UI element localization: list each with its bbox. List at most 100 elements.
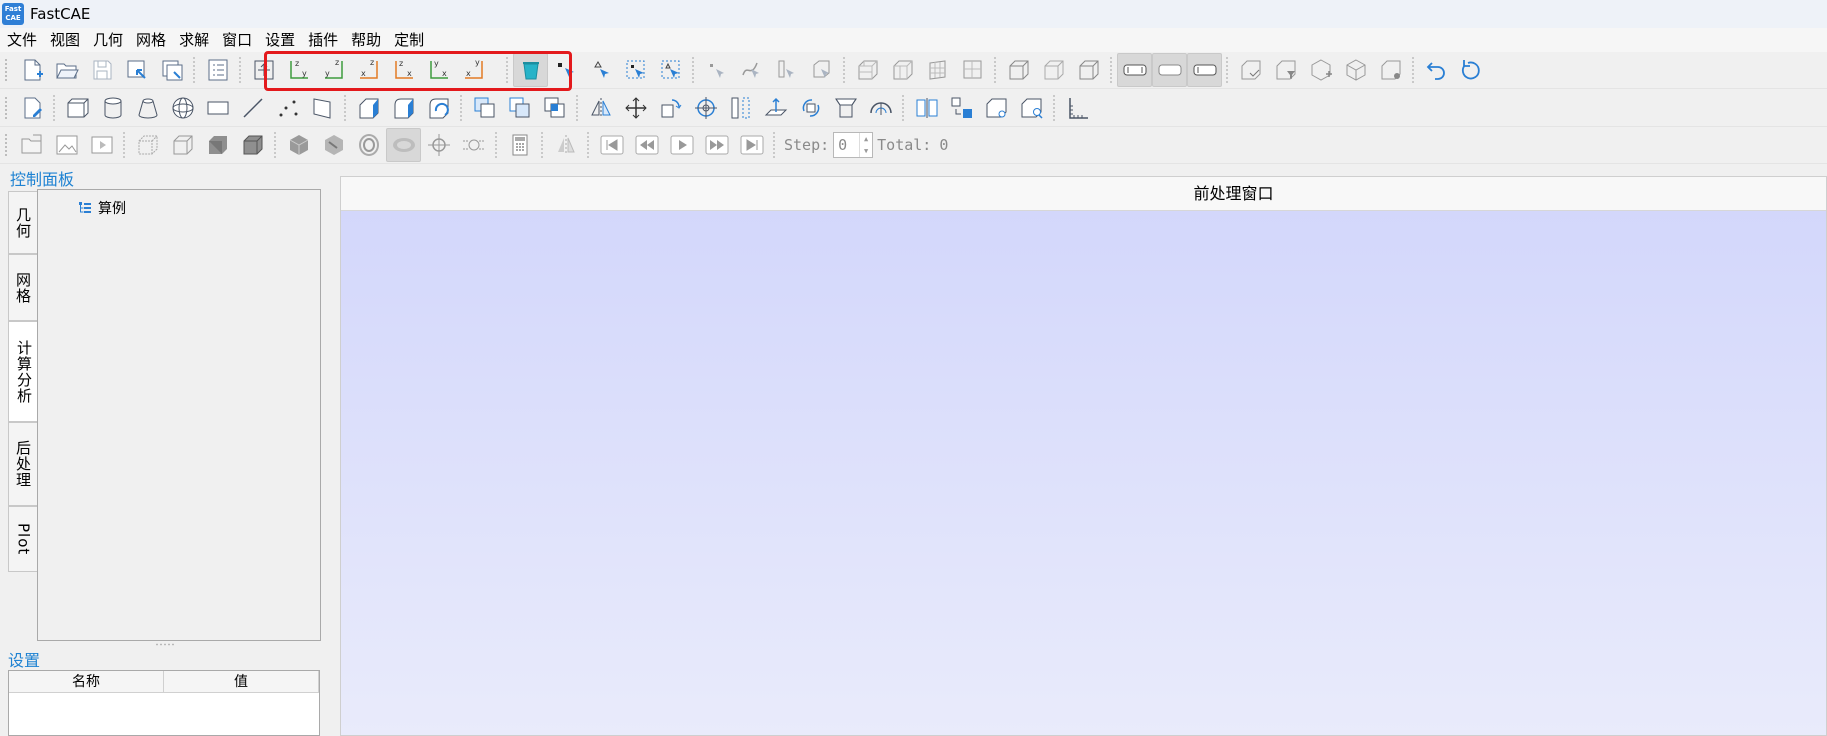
open-result-button[interactable] bbox=[14, 128, 49, 162]
create-rectangle-button[interactable] bbox=[200, 91, 235, 125]
view-xy-button[interactable]: xy bbox=[456, 53, 491, 87]
menu-settings[interactable]: 设置 bbox=[258, 28, 301, 52]
save-image-button[interactable] bbox=[49, 128, 84, 162]
column-name-header[interactable]: 名称 bbox=[9, 671, 164, 692]
mirror-button[interactable] bbox=[583, 91, 618, 125]
add-component-button[interactable] bbox=[1303, 53, 1338, 87]
display-mode-2-button[interactable] bbox=[1152, 53, 1187, 87]
save-animation-button[interactable] bbox=[84, 128, 119, 162]
loft-button[interactable] bbox=[828, 91, 863, 125]
mesh-check-button[interactable] bbox=[1233, 53, 1268, 87]
create-cylinder-button[interactable] bbox=[95, 91, 130, 125]
boolean-subtract-button[interactable] bbox=[502, 91, 537, 125]
tab-plot[interactable]: Plot bbox=[8, 506, 38, 572]
contour-button[interactable] bbox=[281, 128, 316, 162]
fit-view-button[interactable] bbox=[246, 53, 281, 87]
column-value-header[interactable]: 值 bbox=[164, 671, 319, 692]
create-box-button[interactable] bbox=[60, 91, 95, 125]
view-zy-button[interactable]: yz bbox=[316, 53, 351, 87]
box-select-point-button[interactable] bbox=[618, 53, 653, 87]
play-button[interactable] bbox=[664, 128, 699, 162]
tab-mesh[interactable]: 网格 bbox=[8, 254, 38, 321]
spin-arrows[interactable]: ▲ ▼ bbox=[859, 133, 872, 157]
select-geo-curve-button[interactable] bbox=[734, 53, 769, 87]
render-canvas[interactable] bbox=[341, 211, 1826, 735]
display-mode-3-button[interactable] bbox=[1187, 53, 1222, 87]
toolbar-grip[interactable] bbox=[4, 133, 9, 157]
view-yx-button[interactable]: yx bbox=[421, 53, 456, 87]
measure-distance-button[interactable] bbox=[979, 91, 1014, 125]
cube-view-3-button[interactable] bbox=[1071, 53, 1106, 87]
create-surface-button[interactable] bbox=[305, 91, 340, 125]
menu-solve[interactable]: 求解 bbox=[172, 28, 215, 52]
transform-button[interactable] bbox=[944, 91, 979, 125]
case-tree[interactable]: 算例 bbox=[37, 189, 321, 641]
menu-mesh[interactable]: 网格 bbox=[129, 28, 172, 52]
rotate-button[interactable] bbox=[653, 91, 688, 125]
measure-query-button[interactable] bbox=[1014, 91, 1049, 125]
mesh-filter-button[interactable] bbox=[1268, 53, 1303, 87]
import-geometry-button[interactable] bbox=[119, 53, 154, 87]
mesh-settings-button[interactable] bbox=[1373, 53, 1408, 87]
select-geo-point-button[interactable] bbox=[699, 53, 734, 87]
create-line-button[interactable] bbox=[235, 91, 270, 125]
fillet-button[interactable] bbox=[386, 91, 421, 125]
display-surface-edges-button[interactable] bbox=[235, 128, 270, 162]
cube-view-2-button[interactable] bbox=[1036, 53, 1071, 87]
mesh-display-1-button[interactable] bbox=[850, 53, 885, 87]
cube-view-1-button[interactable] bbox=[1001, 53, 1036, 87]
display-surface-button[interactable] bbox=[200, 128, 235, 162]
component-button[interactable] bbox=[1338, 53, 1373, 87]
display-mode-1-button[interactable] bbox=[1117, 53, 1152, 87]
spin-down-icon[interactable]: ▼ bbox=[864, 147, 868, 155]
tab-postprocess[interactable]: 后处理 bbox=[8, 422, 38, 506]
tab-geometry[interactable]: 几何 bbox=[8, 191, 38, 254]
select-geo-face-button[interactable] bbox=[769, 53, 804, 87]
tree-item-cases[interactable]: 算例 bbox=[78, 198, 126, 218]
clip-button[interactable] bbox=[421, 128, 456, 162]
shell-button[interactable] bbox=[863, 91, 898, 125]
variable-fillet-button[interactable] bbox=[421, 91, 456, 125]
view-xz-button[interactable]: xz bbox=[351, 53, 386, 87]
step-spinbox[interactable]: 0 ▲ ▼ bbox=[833, 132, 874, 158]
create-cone-button[interactable] bbox=[130, 91, 165, 125]
move-button[interactable] bbox=[618, 91, 653, 125]
box-select-edge-button[interactable] bbox=[653, 53, 688, 87]
mesh-display-4-button[interactable] bbox=[955, 53, 990, 87]
isosurface-button[interactable] bbox=[386, 128, 421, 162]
menu-file[interactable]: 文件 bbox=[0, 28, 43, 52]
create-points-button[interactable] bbox=[270, 91, 305, 125]
menu-window[interactable]: 窗口 bbox=[215, 28, 258, 52]
menu-view[interactable]: 视图 bbox=[43, 28, 86, 52]
panel-splitter[interactable] bbox=[155, 643, 175, 646]
sketch-button[interactable] bbox=[14, 91, 49, 125]
calculator-button[interactable] bbox=[502, 128, 537, 162]
select-geo-body-button[interactable] bbox=[804, 53, 839, 87]
list-view-button[interactable] bbox=[200, 53, 235, 87]
toolbar-grip[interactable] bbox=[4, 96, 9, 120]
view-yz-button[interactable]: zy bbox=[281, 53, 316, 87]
sweep-button[interactable] bbox=[793, 91, 828, 125]
boolean-union-button[interactable] bbox=[467, 91, 502, 125]
tab-analysis[interactable]: 计算分析 bbox=[8, 321, 40, 422]
display-edges-button[interactable] bbox=[165, 128, 200, 162]
next-frame-button[interactable] bbox=[699, 128, 734, 162]
menu-help[interactable]: 帮助 bbox=[344, 28, 387, 52]
split-body-button[interactable] bbox=[909, 91, 944, 125]
view-zx-button[interactable]: zx bbox=[386, 53, 421, 87]
slice-button[interactable] bbox=[456, 128, 491, 162]
previous-frame-button[interactable] bbox=[629, 128, 664, 162]
menu-geometry[interactable]: 几何 bbox=[86, 28, 129, 52]
redo-button[interactable] bbox=[1454, 53, 1489, 87]
mesh-display-2-button[interactable] bbox=[885, 53, 920, 87]
extrude-button[interactable] bbox=[758, 91, 793, 125]
save-button[interactable] bbox=[84, 53, 119, 87]
toolbar-grip[interactable] bbox=[4, 58, 9, 82]
undo-button[interactable] bbox=[1419, 53, 1454, 87]
select-edge-button[interactable] bbox=[583, 53, 618, 87]
chamfer-button[interactable] bbox=[351, 91, 386, 125]
last-frame-button[interactable] bbox=[734, 128, 769, 162]
vector-button[interactable] bbox=[316, 128, 351, 162]
open-file-button[interactable] bbox=[49, 53, 84, 87]
menu-plugins[interactable]: 插件 bbox=[301, 28, 344, 52]
